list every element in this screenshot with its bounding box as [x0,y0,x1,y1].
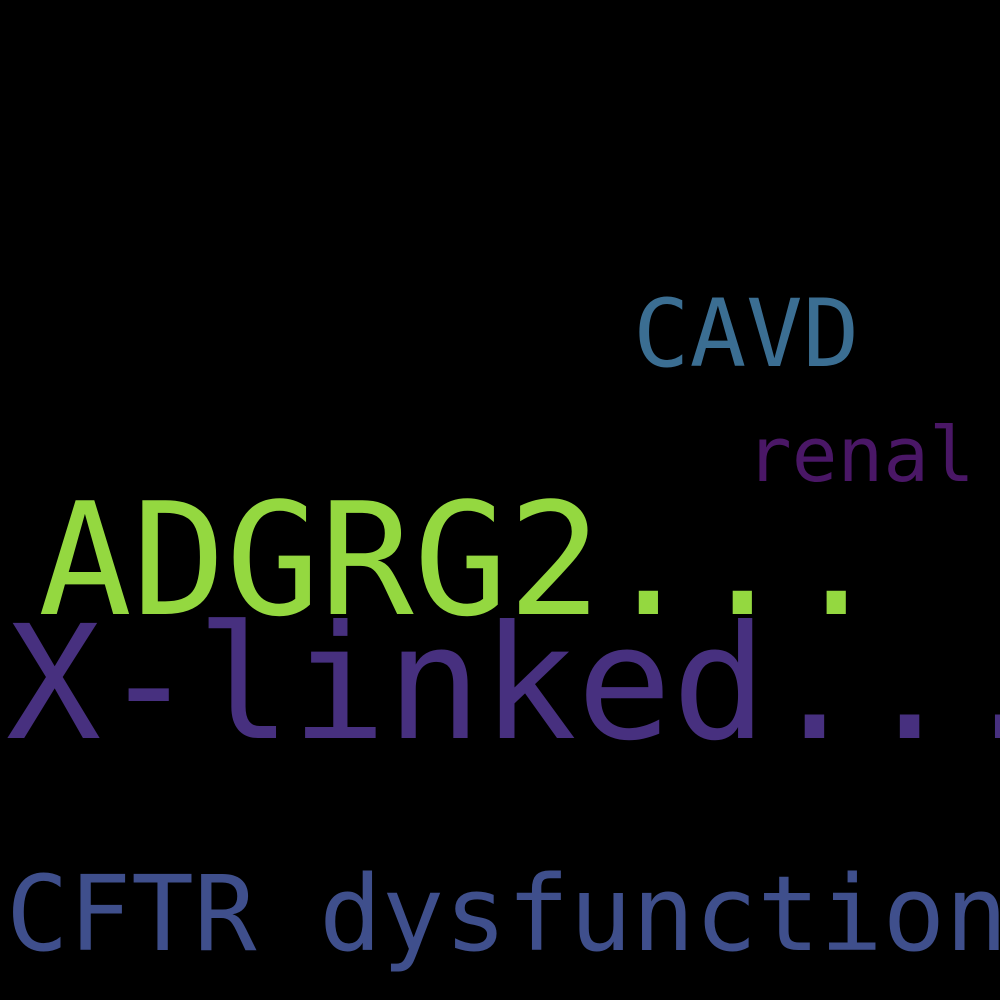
word-cavd: CAVD [633,280,860,389]
word-x-linked: X-linked... [6,592,1000,776]
word-cloud: CAVD renal ADGRG2... X-linked... CFTR dy… [0,0,1000,1000]
word-cftr-dysfunction: CFTR dysfunction [6,853,1000,975]
